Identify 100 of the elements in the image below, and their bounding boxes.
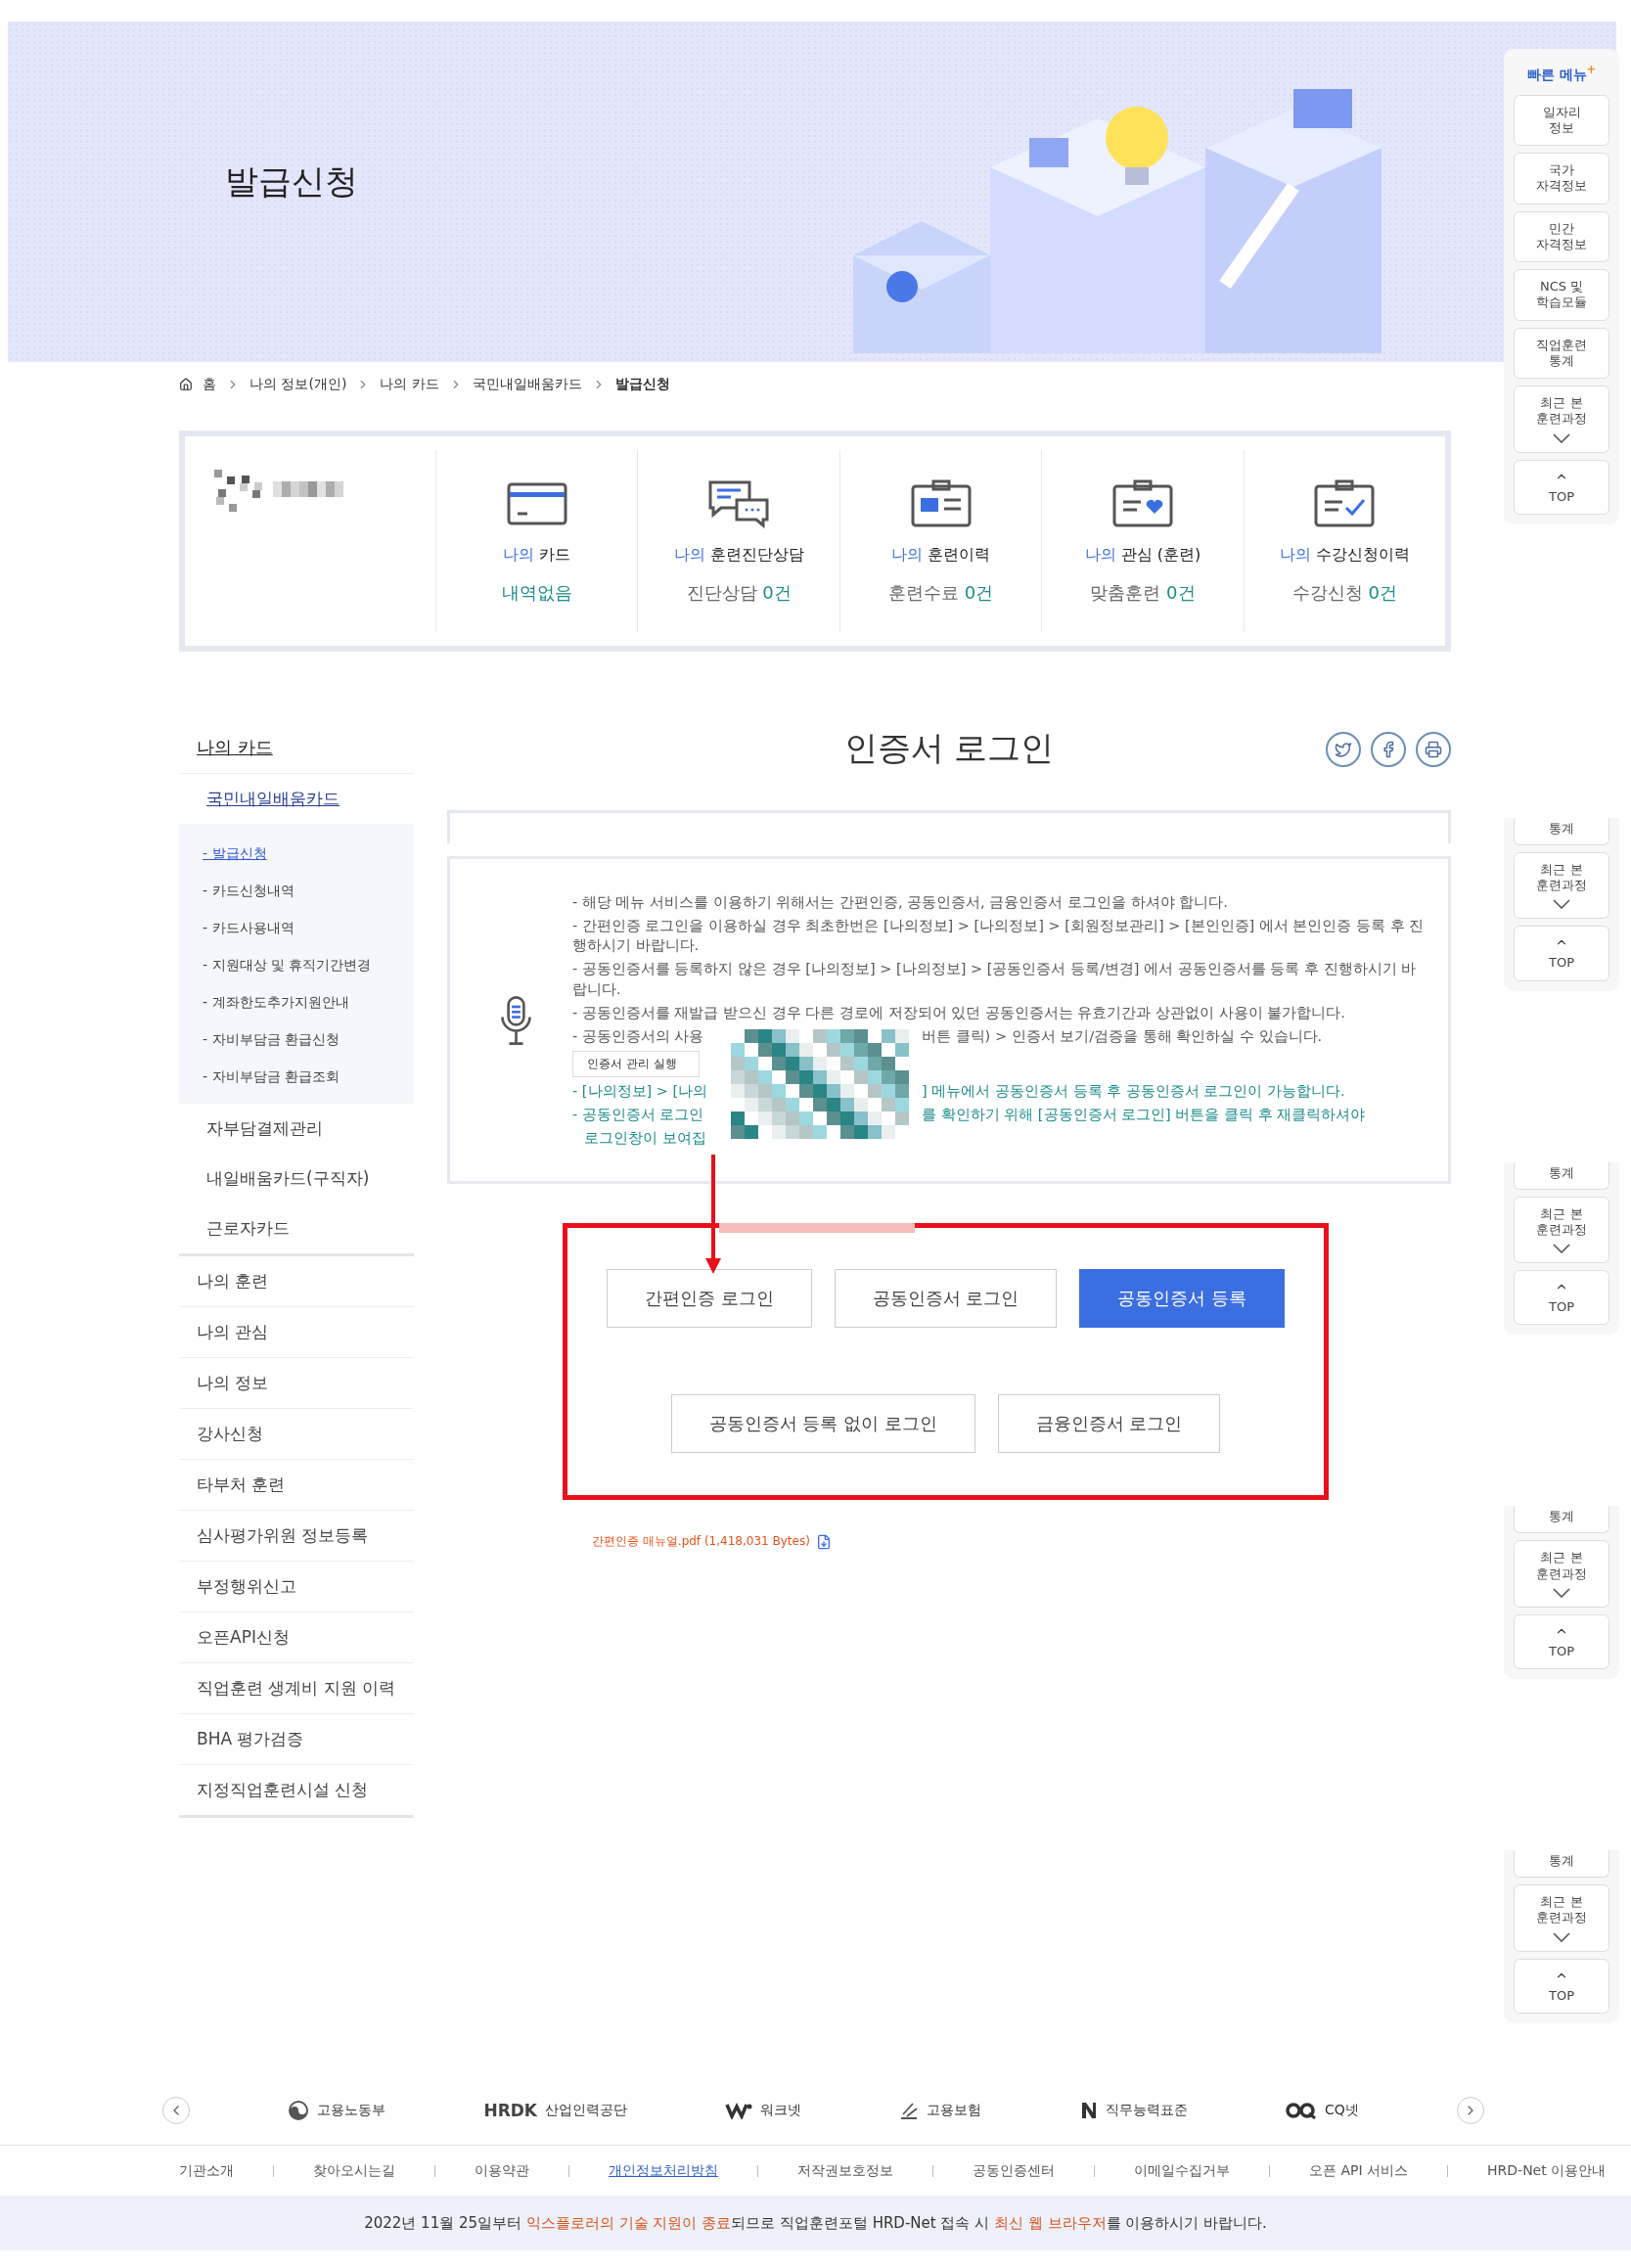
- summary-count: 수강신청 0건: [1291, 580, 1397, 605]
- footer-link[interactable]: 오픈 API 서비스: [1309, 2161, 1409, 2180]
- sidebar-item[interactable]: 근로자카드: [179, 1203, 414, 1253]
- summary-label[interactable]: 나의 훈련이력: [890, 544, 991, 566]
- clipboard-check-icon: [1313, 477, 1377, 529]
- partner-logo[interactable]: CQ넷: [1285, 2102, 1359, 2119]
- footer-link[interactable]: HRD-Net 이용안내: [1487, 2161, 1607, 2180]
- quick-menu-item[interactable]: NCS 및 학습모듈: [1514, 269, 1609, 321]
- sidebar-section[interactable]: 나의 정보: [179, 1357, 414, 1408]
- breadcrumb-link[interactable]: 홈: [203, 376, 216, 393]
- sidebar-subitem[interactable]: - 계좌한도추가지원안내: [179, 984, 414, 1021]
- login-button[interactable]: 공동인증서 등록 없이 로그인: [670, 1394, 975, 1453]
- summary-label[interactable]: 나의 수강신청이력: [1279, 544, 1410, 566]
- file-download-icon: [815, 1533, 832, 1550]
- quick-menu-item[interactable]: 통계: [1514, 1850, 1609, 1879]
- sidebar-section[interactable]: 타부처 훈련: [179, 1459, 414, 1510]
- sidebar-subitem[interactable]: - 발급신청: [179, 836, 414, 873]
- footer-link[interactable]: 개인정보처리방침: [609, 2161, 718, 2180]
- top-button[interactable]: TOP: [1514, 1958, 1609, 2014]
- sidebar-section[interactable]: 지정직업훈련시설 신청: [179, 1764, 414, 1815]
- partner-logo[interactable]: 워크넷: [725, 2102, 802, 2119]
- download-link[interactable]: 간편인증 매뉴얼.pdf (1,418,031 Bytes): [592, 1533, 832, 1550]
- notice-text: - 공동인증서 로그인 를 확인하기 위해 [공동인증서 로그인] 버튼을 클릭 후 재클릭하셔야: [572, 1105, 1367, 1124]
- login-button[interactable]: 금융인증서 로그인: [997, 1394, 1221, 1453]
- partner-logo[interactable]: 고용노동부: [288, 2100, 386, 2121]
- summary-label[interactable]: 나의 관심 (훈련): [1084, 544, 1201, 566]
- recent-courses-button[interactable]: 최근 본 훈련과정: [1514, 851, 1609, 920]
- notice-text: - 간편인증 로그인을 이용하실 경우 최초한번은 [나의정보] > [나의정보] > [회원정보관리] > [본인인증] 에서 본인인증 등록 후 진행하시기 바랍니다.: [572, 916, 1426, 956]
- sidebar-subitem[interactable]: - 카드신청내역: [179, 873, 414, 910]
- footer-link[interactable]: 기관소개: [179, 2161, 234, 2180]
- login-button[interactable]: 공동인증서 로그인: [834, 1269, 1058, 1328]
- footer-link[interactable]: 공동인증센터: [973, 2161, 1055, 2180]
- partner-logo[interactable]: HRDK 산업인력공단: [483, 2101, 628, 2120]
- footer-link[interactable]: 이메일수집거부: [1134, 2161, 1230, 2180]
- login-button[interactable]: 공동인증서 등록: [1079, 1269, 1286, 1328]
- recent-courses-button[interactable]: 최근 본 훈련과정: [1514, 386, 1609, 453]
- quick-menu-item[interactable]: 통계: [1514, 1506, 1609, 1534]
- summary-label[interactable]: 나의 훈련진단상담: [673, 544, 804, 566]
- section-title: 인증서 로그인: [843, 727, 1055, 769]
- sidebar-item[interactable]: 내일배움카드(구직자): [179, 1154, 414, 1203]
- top-button[interactable]: TOP: [1514, 926, 1609, 981]
- quick-menu-item[interactable]: 직업훈련 통계: [1514, 327, 1609, 380]
- summary-count: 내역없음: [501, 580, 572, 605]
- logo-mark: HRDK: [483, 2101, 538, 2120]
- notice-text: - 해당 메뉴 서비스를 이용하기 위해서는 간편인증, 공동인증서, 금융인증서 로그인을 하셔야 합니다.: [572, 892, 1229, 912]
- recent-courses-button[interactable]: 최근 본 훈련과정: [1514, 1540, 1609, 1608]
- sidebar-section[interactable]: 오픈API신청: [179, 1611, 414, 1662]
- emblem-icon: [288, 2100, 310, 2121]
- chevron-down-icon: [1553, 1244, 1570, 1254]
- bird-icon: [1335, 741, 1352, 758]
- top-button[interactable]: TOP: [1514, 459, 1609, 515]
- sidebar-section[interactable]: 부정행위신고: [179, 1561, 414, 1611]
- sidebar-section[interactable]: BHA 평가검증: [179, 1713, 414, 1764]
- sidebar-item[interactable]: 자부담결제관리: [179, 1104, 414, 1154]
- sidebar-subitem[interactable]: - 지원대상 및 휴직기간변경: [179, 947, 414, 984]
- sidebar-section[interactable]: 심사평가위원 정보등록: [179, 1510, 414, 1561]
- printer-icon: [1425, 741, 1442, 758]
- top-button[interactable]: TOP: [1514, 1270, 1609, 1326]
- top-button[interactable]: TOP: [1514, 1613, 1609, 1670]
- chevron-down-icon: [1553, 1931, 1570, 1942]
- facebook-share-button[interactable]: [1371, 732, 1406, 767]
- breadcrumb-link[interactable]: 발급신청: [614, 376, 670, 393]
- sidebar-section[interactable]: 나의 훈련: [179, 1256, 414, 1306]
- print-button[interactable]: [1416, 732, 1451, 767]
- login-button[interactable]: 간편인증 로그인: [606, 1269, 812, 1328]
- partner-logo[interactable]: 고용보험: [899, 2101, 982, 2120]
- recent-courses-button[interactable]: 최근 본 훈련과정: [1514, 1196, 1609, 1264]
- sidebar-section[interactable]: 나의 관심: [179, 1306, 414, 1357]
- sidebar-item[interactable]: 국민내일배움카드: [179, 774, 414, 824]
- summary-label[interactable]: 나의 카드: [503, 544, 571, 566]
- quick-menu-item[interactable]: 통계: [1514, 817, 1609, 845]
- quick-menu-item[interactable]: 통계: [1514, 1161, 1609, 1190]
- id-card-icon: [909, 477, 973, 529]
- notice-text: - 공동인증서를 등록하지 않은 경우 [나의정보] > [나의정보] > [공동인증서 등록/변경] 에서 공동인증서를 등록 후 진행하시기 바랍니다.: [572, 960, 1418, 999]
- sidebar-subitem[interactable]: - 자비부담금 환급신청: [179, 1021, 414, 1059]
- sidebar-subitem[interactable]: - 자비부담금 환급조회: [179, 1059, 414, 1096]
- quick-menu-item[interactable]: 민간 자격정보: [1514, 210, 1609, 263]
- cq-logo-icon: [1285, 2102, 1317, 2119]
- recent-courses-button[interactable]: 최근 본 훈련과정: [1514, 1884, 1609, 1952]
- chevron-down-icon: [1553, 899, 1570, 910]
- sidebar-section[interactable]: 직업훈련 생계비 지원 이력: [179, 1662, 414, 1713]
- sidebar-title[interactable]: 나의 카드: [179, 724, 414, 774]
- twitter-share-button[interactable]: [1326, 732, 1361, 767]
- summary-count: 맞춤훈련 0건: [1090, 580, 1196, 605]
- footer-link[interactable]: 찾아오시는길: [313, 2161, 395, 2180]
- breadcrumb-link[interactable]: 나의 정보(개인): [249, 376, 347, 393]
- home-icon: [179, 378, 193, 391]
- quick-menu-item[interactable]: 국가 자격정보: [1514, 153, 1609, 204]
- breadcrumb-link[interactable]: 나의 카드: [380, 376, 439, 393]
- notice-text: - [나의정보] > [나의 ] 메뉴에서 공동인증서 등록 후 공동인증서 로그인이 가능합니다.: [572, 1081, 1346, 1101]
- quick-menu-item[interactable]: 일자리 정보: [1514, 94, 1609, 147]
- footer-link[interactable]: 저작권보호정보: [797, 2161, 893, 2180]
- sidebar-section[interactable]: 강사신청: [179, 1408, 414, 1459]
- breadcrumb-link[interactable]: 국민내일배움카드: [472, 376, 582, 393]
- sidebar-subitem[interactable]: - 카드사용내역: [179, 910, 414, 947]
- notice-text: - 공동인증서의 사용 버튼 클릭) > 인증서 보기/검증을 통해 확인하실 수 있습니다.: [572, 1027, 1324, 1047]
- partner-logo[interactable]: 직무능력표준: [1079, 2101, 1188, 2120]
- cert-manager-button[interactable]: 인증서 관리 실행: [572, 1050, 700, 1077]
- footer-link[interactable]: 이용약관: [475, 2161, 529, 2180]
- notice-text: 로그인창이 보여집: [583, 1129, 707, 1149]
